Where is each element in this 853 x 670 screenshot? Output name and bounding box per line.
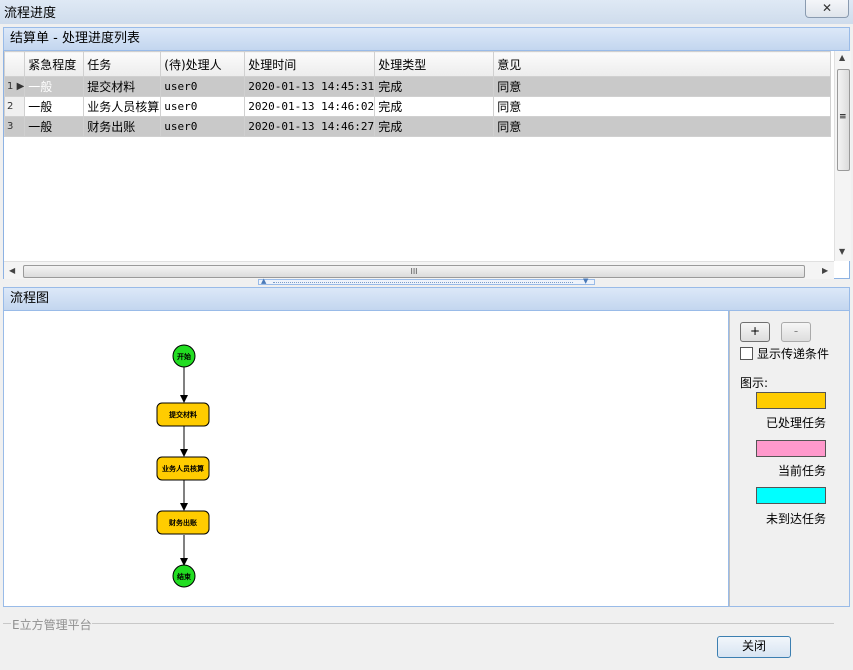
- vertical-scrollbar[interactable]: ▲ ≡ ▼: [834, 51, 851, 261]
- column-header-handler[interactable]: (待)处理人: [160, 51, 246, 77]
- scroll-right-icon[interactable]: ▶: [822, 266, 828, 275]
- cell-type[interactable]: 完成: [374, 76, 495, 97]
- panel-splitter[interactable]: ▲ ▼: [258, 277, 595, 285]
- flow-node-task[interactable]: 业务人员核算: [156, 456, 210, 481]
- legend-panel: + - 显示传递条件 图示: 已处理任务 当前任务 未到达任务: [729, 311, 850, 607]
- footer-divider: [92, 623, 834, 624]
- column-header-opinion[interactable]: 意见: [493, 51, 832, 77]
- collapse-up-icon[interactable]: ▲: [261, 277, 266, 285]
- cell-urgency[interactable]: 一般: [24, 116, 85, 137]
- flow-node-end[interactable]: 结束: [172, 564, 196, 588]
- column-header-type[interactable]: 处理类型: [374, 51, 495, 77]
- flow-panel-header: 流程图: [3, 287, 850, 311]
- cell-task[interactable]: 提交材料: [83, 76, 162, 97]
- row-number: 3: [3, 116, 26, 137]
- window-title-bar: [0, 0, 853, 24]
- flow-panel-title: 流程图: [10, 291, 50, 306]
- window-title: 流程进度: [4, 6, 57, 21]
- column-header-task[interactable]: 任务: [83, 51, 162, 77]
- flow-node-label: 开始: [177, 352, 191, 361]
- row-number-header: [3, 51, 26, 77]
- scroll-left-icon[interactable]: ◀: [9, 266, 15, 275]
- horizontal-scroll-thumb[interactable]: III: [23, 265, 805, 278]
- table-header-row: 紧急程度 任务 (待)处理人 处理时间 处理类型 意见: [3, 51, 832, 77]
- flow-diagram: 开始 提交材料 业务人员核算 财务出账 结束: [156, 344, 210, 588]
- list-panel-title: 结算单 - 处理进度列表: [10, 31, 140, 46]
- cell-task[interactable]: 财务出账: [83, 116, 162, 137]
- row-number: 2: [3, 96, 26, 117]
- zoom-in-button[interactable]: +: [740, 322, 770, 342]
- flow-node-label: 提交材料: [168, 410, 197, 419]
- flow-node-task[interactable]: 提交材料: [156, 402, 210, 427]
- cell-urgency[interactable]: 一般: [24, 96, 85, 117]
- footer-divider: [3, 623, 11, 624]
- splitter-grip: [273, 282, 573, 283]
- current-row-icon: ▶: [16, 81, 25, 92]
- legend-caption: 图示:: [740, 376, 769, 390]
- horizontal-scrollbar[interactable]: ◀ III ▶: [4, 261, 834, 279]
- table-row[interactable]: 3 一般 财务出账 user0 2020-01-13 14:46:27 完成 同…: [3, 116, 832, 137]
- table-row[interactable]: 1 ▶ 一般 提交材料 user0 2020-01-13 14:45:31 完成…: [3, 76, 832, 97]
- zoom-out-button[interactable]: -: [781, 322, 811, 342]
- flow-node-label: 结束: [176, 572, 192, 581]
- cell-handler[interactable]: user0: [160, 116, 246, 137]
- cell-handler[interactable]: user0: [160, 76, 246, 97]
- list-panel-header: 结算单 - 处理进度列表: [3, 27, 850, 51]
- cell-opinion[interactable]: 同意: [493, 116, 832, 137]
- show-condition-checkbox[interactable]: [740, 347, 753, 360]
- vertical-scroll-thumb[interactable]: ≡: [837, 69, 850, 171]
- scroll-grip-icon: ≡: [839, 112, 847, 122]
- window-close-button[interactable]: ✕: [805, 0, 849, 18]
- column-header-urgency[interactable]: 紧急程度: [24, 51, 85, 77]
- cell-task[interactable]: 业务人员核算: [83, 96, 162, 117]
- scroll-up-icon[interactable]: ▲: [839, 53, 845, 62]
- flow-node-label: 财务出账: [168, 518, 197, 527]
- progress-grid: 紧急程度 任务 (待)处理人 处理时间 处理类型 意见 1 ▶ 一般 提交材料 …: [3, 51, 851, 279]
- cell-time[interactable]: 2020-01-13 14:46:27: [244, 116, 376, 137]
- flow-diagram-area: 开始 提交材料 业务人员核算 财务出账 结束: [3, 311, 729, 607]
- cell-type[interactable]: 完成: [374, 96, 495, 117]
- legend-swatch-pending: [756, 487, 826, 504]
- show-condition-label: 显示传递条件: [757, 347, 830, 361]
- legend-label-pending: 未到达任务: [766, 512, 827, 526]
- cell-handler[interactable]: user0: [160, 96, 246, 117]
- legend-label-done: 已处理任务: [766, 416, 827, 430]
- cell-time[interactable]: 2020-01-13 14:46:02: [244, 96, 376, 117]
- cell-type[interactable]: 完成: [374, 116, 495, 137]
- column-header-time[interactable]: 处理时间: [244, 51, 376, 77]
- close-button[interactable]: 关闭: [717, 636, 791, 658]
- flow-node-task[interactable]: 财务出账: [156, 510, 210, 535]
- legend-label-current: 当前任务: [778, 464, 827, 478]
- row-number: 1 ▶: [3, 76, 26, 97]
- progress-table: 紧急程度 任务 (待)处理人 处理时间 处理类型 意见 1 ▶ 一般 提交材料 …: [3, 51, 832, 137]
- legend-swatch-done: [756, 392, 826, 409]
- platform-label: E立方管理平台: [12, 618, 92, 632]
- close-icon: ✕: [821, 1, 833, 15]
- scroll-down-icon[interactable]: ▼: [839, 247, 845, 256]
- scroll-grip-icon: III: [410, 267, 418, 276]
- cell-opinion[interactable]: 同意: [493, 76, 832, 97]
- table-row[interactable]: 2 一般 业务人员核算 user0 2020-01-13 14:46:02 完成…: [3, 96, 832, 117]
- legend-swatch-current: [756, 440, 826, 457]
- collapse-down-icon[interactable]: ▼: [583, 277, 588, 285]
- cell-urgency[interactable]: 一般: [24, 76, 85, 97]
- cell-opinion[interactable]: 同意: [493, 96, 832, 117]
- cell-time[interactable]: 2020-01-13 14:45:31: [244, 76, 376, 97]
- flow-node-start[interactable]: 开始: [172, 344, 196, 368]
- flow-node-label: 业务人员核算: [162, 464, 204, 473]
